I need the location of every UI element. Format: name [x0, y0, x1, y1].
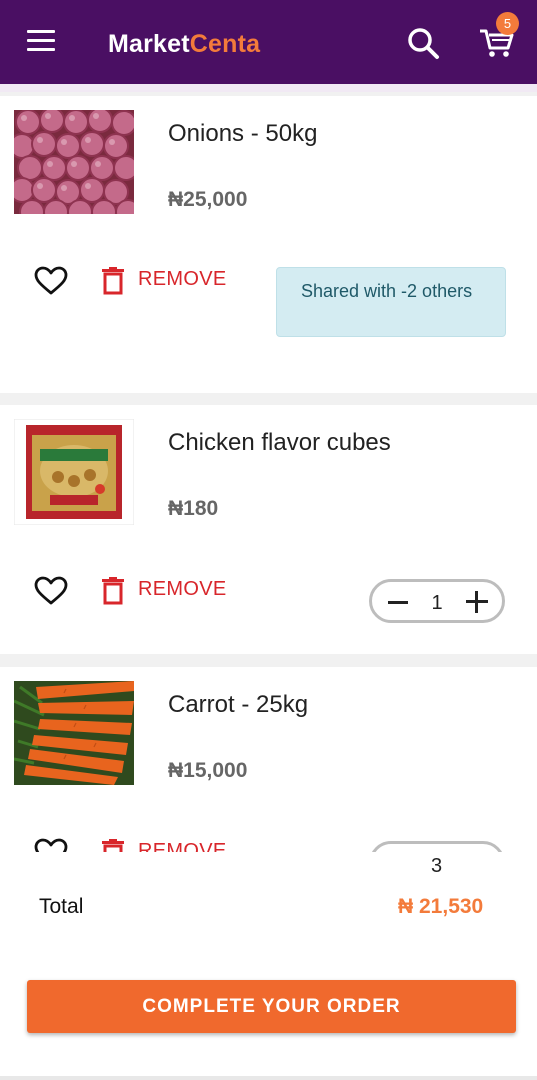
appbar-shadow-strip: [0, 84, 537, 92]
cart-item-card: Onions - 50kg ₦25,000 REMOVE Shared with…: [0, 96, 537, 393]
quantity-stepper: 1: [369, 579, 505, 623]
cart-item-card: Carrot - 25kg ₦15,000 REMOVE: [0, 667, 537, 885]
search-icon[interactable]: [406, 26, 440, 60]
complete-order-button[interactable]: COMPLETE YOUR ORDER: [27, 980, 516, 1033]
product-price: ₦15,000: [168, 759, 248, 782]
onions-image: [14, 110, 134, 214]
remove-button[interactable]: REMOVE: [138, 578, 226, 601]
heart-icon[interactable]: [34, 576, 68, 606]
brand-name-part1: Market: [108, 30, 190, 58]
remove-button[interactable]: REMOVE: [138, 268, 226, 291]
shared-with-notice: Shared with -2 others: [276, 267, 506, 337]
bottom-divider: [0, 1076, 537, 1080]
brand-logo: MarketCenta: [108, 30, 260, 59]
brand-name-part2: Centa: [189, 30, 261, 58]
product-name[interactable]: Onions - 50kg: [168, 120, 317, 148]
chicken-cubes-image: [14, 419, 134, 525]
product-name[interactable]: Chicken flavor cubes: [168, 429, 391, 457]
total-label: Total: [39, 895, 84, 918]
menu-icon[interactable]: [27, 30, 55, 54]
carrot-image: [14, 681, 134, 785]
heart-icon[interactable]: [34, 266, 68, 296]
trash-icon[interactable]: [101, 577, 125, 605]
product-name[interactable]: Carrot - 25kg: [168, 691, 308, 719]
checkout-footer: [0, 852, 537, 1076]
product-price: ₦25,000: [168, 188, 248, 211]
cart-item-card: Chicken flavor cubes ₦180 REMOVE 1: [0, 405, 537, 654]
total-amount: ₦ 21,530: [398, 895, 484, 918]
trash-icon[interactable]: [101, 267, 125, 295]
cart-count-badge: 5: [496, 12, 519, 35]
increase-quantity-button[interactable]: [466, 591, 488, 613]
quantity-value: 3: [431, 855, 443, 877]
app-bar: MarketCenta: [0, 0, 537, 84]
product-price: ₦180: [168, 497, 219, 520]
